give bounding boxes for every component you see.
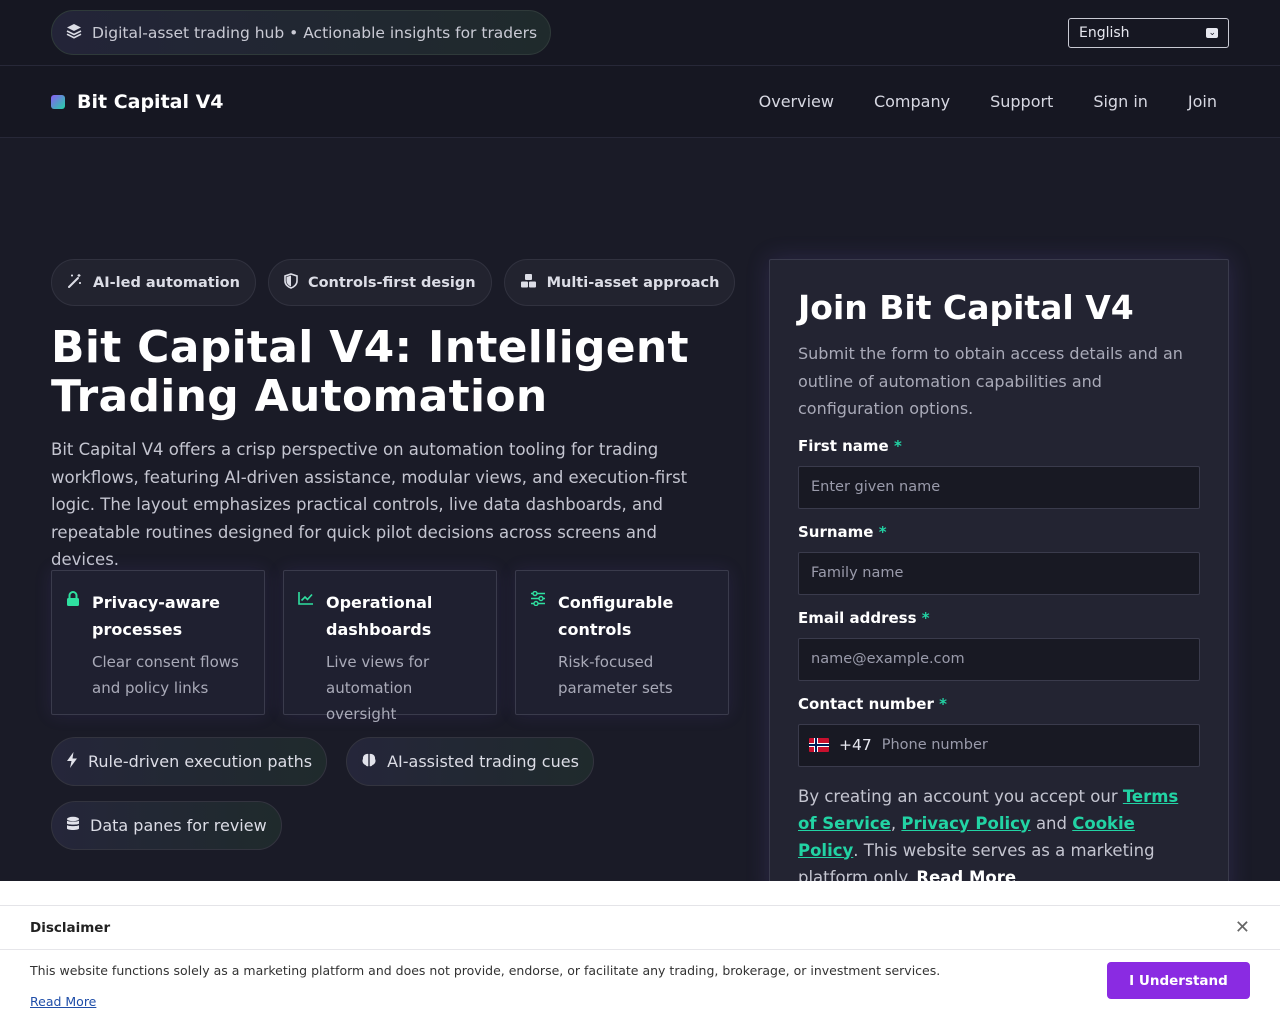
chip-controls-first: Controls-first design xyxy=(267,259,492,306)
line-chart-icon xyxy=(298,589,314,714)
chip-ai-automation: AI-led automation xyxy=(51,259,256,306)
phone-input[interactable]: +47 Phone number xyxy=(798,723,1200,767)
layers-icon xyxy=(66,23,82,43)
norway-flag-icon[interactable] xyxy=(809,738,829,752)
first-name-placeholder: Enter given name xyxy=(811,479,941,495)
i-understand-button[interactable]: I Understand xyxy=(1107,962,1250,999)
disclaimer-banner: Disclaimer ✕ This website functions sole… xyxy=(0,905,1280,1024)
first-name-label: First name * xyxy=(798,436,902,455)
privacy-link[interactable]: Privacy Policy xyxy=(901,814,1030,833)
sliders-icon xyxy=(530,589,546,714)
tag-label: AI-assisted trading cues xyxy=(387,752,579,771)
bolt-icon xyxy=(66,751,78,772)
lock-icon xyxy=(66,589,80,714)
magic-wand-icon xyxy=(67,273,83,293)
dial-code: +47 xyxy=(839,736,872,754)
feature-title: Operational dashboards xyxy=(326,593,433,639)
nav-links: Overview Company Support Sign in Join xyxy=(739,92,1229,111)
feature-title: Privacy-aware processes xyxy=(92,593,220,639)
language-value: English xyxy=(1079,24,1130,41)
tag-ai-cues: AI-assisted trading cues xyxy=(346,737,594,786)
database-icon xyxy=(66,816,80,836)
feature-card-controls: Configurable controls Risk-focused param… xyxy=(515,570,729,715)
email-placeholder: name@example.com xyxy=(811,651,965,667)
tag-label: Rule-driven execution paths xyxy=(88,752,313,771)
chip-label: Multi-asset approach xyxy=(546,274,720,291)
hero-title: Bit Capital V4: Intelligent Trading Auto… xyxy=(51,322,689,422)
feature-title: Configurable controls xyxy=(558,593,674,639)
feature-subtitle: Live views for automation oversight xyxy=(326,653,430,723)
cubes-icon xyxy=(520,273,537,293)
required-mark: * xyxy=(878,522,887,541)
hero-description: Bit Capital V4 offers a crisp perspectiv… xyxy=(51,440,688,569)
chip-label: AI-led automation xyxy=(93,274,240,291)
surname-label: Surname * xyxy=(798,522,887,541)
nav-link-sign-in[interactable]: Sign in xyxy=(1073,92,1168,111)
feature-card-privacy: Privacy-aware processes Clear consent fl… xyxy=(51,570,265,715)
disclaimer-body: This website functions solely as a marke… xyxy=(0,950,1280,1022)
phone-placeholder: Phone number xyxy=(881,737,988,753)
feature-cards: Privacy-aware processes Clear consent fl… xyxy=(51,570,729,723)
tagline-text: Digital-asset trading hub • Actionable i… xyxy=(92,23,538,42)
required-mark: * xyxy=(893,436,902,455)
close-icon[interactable]: ✕ xyxy=(1235,917,1250,938)
disclaimer-text: This website functions solely as a marke… xyxy=(30,963,941,978)
feature-subtitle: Clear consent flows and policy links xyxy=(92,653,239,697)
chip-multi-asset: Multi-asset approach xyxy=(503,259,736,306)
feature-card-dashboards: Operational dashboards Live views for au… xyxy=(283,570,497,723)
disclaimer-header: Disclaimer ✕ xyxy=(0,906,1280,950)
signup-form-card: Join Bit Capital V4 Submit the form to o… xyxy=(769,259,1229,899)
tag-label: Data panes for review xyxy=(90,816,267,835)
email-input[interactable]: name@example.com xyxy=(798,637,1200,681)
required-mark: * xyxy=(921,608,930,627)
brand-logo-icon xyxy=(51,94,65,109)
hero-chips: AI-led automation Controls-first design … xyxy=(51,259,736,306)
nav-link-overview[interactable]: Overview xyxy=(739,92,854,111)
disclaimer-title: Disclaimer xyxy=(30,919,111,936)
hero-section: AI-led automation Controls-first design … xyxy=(0,139,1280,899)
form-subtitle: Submit the form to obtain access details… xyxy=(798,344,1183,418)
language-select[interactable]: English ⌄ xyxy=(1068,17,1229,48)
tag-data-panes: Data panes for review xyxy=(51,801,282,850)
main-nav: Bit Capital V4 Overview Company Support … xyxy=(0,66,1280,138)
email-label: Email address * xyxy=(798,608,930,627)
consent-text: By creating an account you accept our Te… xyxy=(798,786,1179,887)
surname-input[interactable]: Family name xyxy=(798,551,1200,595)
disclaimer-read-more-link[interactable]: Read More xyxy=(30,994,96,1009)
nav-link-support[interactable]: Support xyxy=(970,92,1073,111)
surname-placeholder: Family name xyxy=(811,565,904,581)
nav-link-join[interactable]: Join xyxy=(1168,92,1229,111)
brand-logo-link[interactable]: Bit Capital V4 xyxy=(51,91,224,113)
brain-icon xyxy=(361,752,377,772)
nav-link-company[interactable]: Company xyxy=(854,92,970,111)
feature-subtitle: Risk-focused parameter sets xyxy=(558,653,673,697)
chip-label: Controls-first design xyxy=(307,274,476,291)
top-bar: Digital-asset trading hub • Actionable i… xyxy=(0,0,1280,66)
hero-tags: Rule-driven execution paths AI-assisted … xyxy=(51,737,611,850)
phone-label: Contact number * xyxy=(798,694,947,713)
brand-name: Bit Capital V4 xyxy=(77,90,224,113)
tag-rule-driven: Rule-driven execution paths xyxy=(51,737,328,786)
shield-icon xyxy=(284,272,298,293)
first-name-input[interactable]: Enter given name xyxy=(798,465,1200,509)
chevron-down-icon: ⌄ xyxy=(1206,27,1218,38)
form-title: Join Bit Capital V4 xyxy=(798,288,1134,327)
tagline-pill: Digital-asset trading hub • Actionable i… xyxy=(51,10,552,55)
required-mark: * xyxy=(939,694,947,713)
